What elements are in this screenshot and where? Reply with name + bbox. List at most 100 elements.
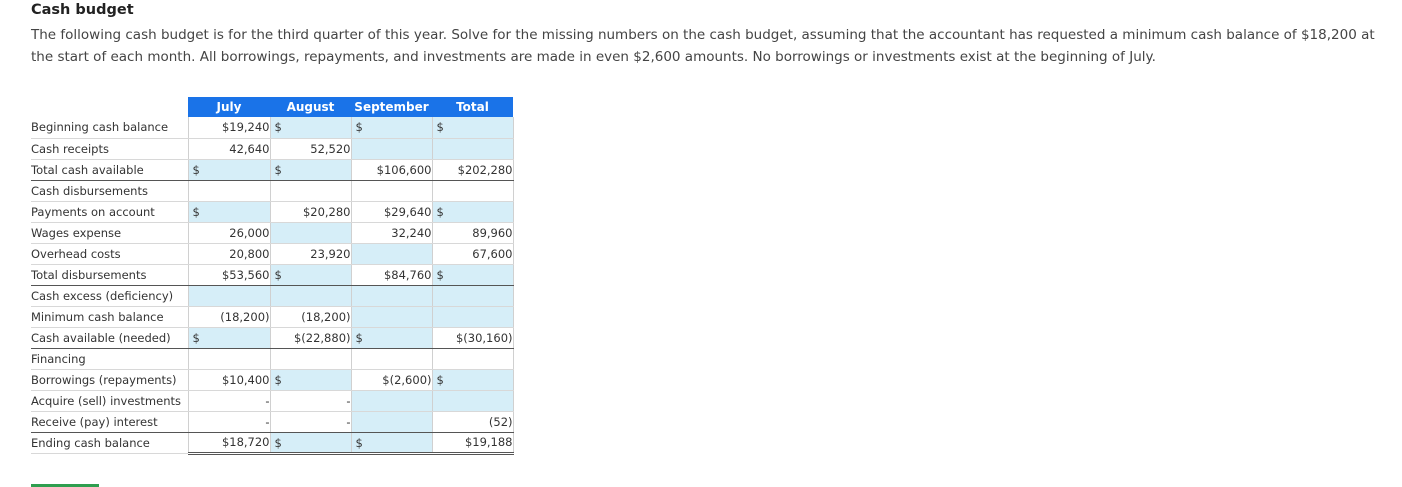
dollar-sign: $ <box>355 120 363 134</box>
input-cell[interactable] <box>351 138 433 160</box>
input-cell[interactable]: $ <box>351 432 433 455</box>
table-header-row: July August September Total <box>31 97 513 117</box>
input-cell[interactable] <box>270 222 352 244</box>
value-cell: 32,240 <box>351 222 433 244</box>
cell-value: (18,200) <box>301 309 351 324</box>
input-cell[interactable]: $ <box>351 327 433 349</box>
cell-value: - <box>265 414 270 429</box>
table-row: Borrowings (repayments) $10,400 $ $(2,600) $ <box>31 369 514 391</box>
dollar-sign: $ <box>355 330 363 345</box>
cell-value: $19,240 <box>221 120 270 135</box>
header-total: Total <box>432 97 513 117</box>
input-cell[interactable]: $ <box>270 159 352 181</box>
cell-value: - <box>346 393 351 408</box>
value-cell: 26,000 <box>188 222 271 244</box>
problem-intro: The following cash budget is for the thi… <box>31 27 1375 65</box>
value-cell: $10,400 <box>188 369 271 391</box>
input-cell[interactable] <box>351 411 433 433</box>
row-label: Financing <box>31 348 189 370</box>
cash-budget-page: Cash budget The following cash budget is… <box>0 0 1402 487</box>
dollar-sign: $ <box>436 204 444 219</box>
value-cell: - <box>270 411 352 433</box>
row-label: Total cash available <box>31 159 189 181</box>
dollar-sign: $ <box>192 330 200 345</box>
header-september: September <box>351 97 432 117</box>
value-cell: - <box>270 390 352 412</box>
input-cell[interactable] <box>351 243 433 265</box>
cell-value: (18,200) <box>220 309 270 324</box>
table-row: Cash available (needed) $ $(22,880) $ $(30,1… <box>31 327 514 349</box>
value-cell <box>188 180 271 202</box>
value-cell: $19,188 <box>432 432 514 455</box>
cell-value: $(2,600) <box>382 372 432 387</box>
value-cell <box>270 348 352 370</box>
value-cell: (52) <box>432 411 514 433</box>
page-title: Cash budget <box>31 2 134 18</box>
cell-value: $(30,160) <box>455 330 513 345</box>
input-cell[interactable]: $ <box>188 159 271 181</box>
input-cell[interactable]: $ <box>432 369 514 391</box>
value-cell: $106,600 <box>351 159 433 181</box>
input-cell[interactable]: $ <box>270 369 352 391</box>
row-label: Ending cash balance <box>31 432 189 454</box>
input-cell[interactable] <box>432 306 514 328</box>
table-row: Cash disbursements <box>31 180 514 202</box>
input-cell[interactable] <box>351 285 433 307</box>
input-cell[interactable]: $ <box>351 117 433 139</box>
input-cell[interactable] <box>351 306 433 328</box>
cell-value: $(22,880) <box>293 330 351 345</box>
cell-value: - <box>346 414 351 429</box>
value-cell <box>351 180 433 202</box>
value-cell: $(22,880) <box>270 327 352 349</box>
input-cell[interactable]: $ <box>188 201 271 223</box>
input-cell[interactable] <box>432 138 514 160</box>
value-cell: $202,280 <box>432 159 514 181</box>
cash-budget-table: July August September Total Beginning ca… <box>31 97 514 455</box>
value-cell: (18,200) <box>188 306 271 328</box>
input-cell[interactable]: $ <box>270 432 352 455</box>
cell-value: 23,920 <box>310 246 351 261</box>
input-cell[interactable]: $ <box>270 264 352 286</box>
cell-value: $20,280 <box>302 204 351 219</box>
row-label: Receive (pay) interest <box>31 411 189 433</box>
value-cell: 89,960 <box>432 222 514 244</box>
value-cell <box>432 180 514 202</box>
input-cell[interactable]: $ <box>432 264 514 286</box>
dollar-sign: $ <box>274 435 282 450</box>
input-cell[interactable] <box>188 285 271 307</box>
dollar-sign: $ <box>436 120 444 134</box>
table-body: Beginning cash balance $19,240 $ $ $ Cash rec… <box>31 117 514 455</box>
input-cell[interactable] <box>432 285 514 307</box>
cell-value: (52) <box>488 414 513 429</box>
row-label: Total disbursements <box>31 264 189 286</box>
header-august: August <box>270 97 351 117</box>
cell-value: 67,600 <box>472 246 513 261</box>
input-cell[interactable]: $ <box>270 117 352 139</box>
cell-value: $29,640 <box>383 204 432 219</box>
input-cell[interactable] <box>351 390 433 412</box>
row-label: Overhead costs <box>31 243 189 265</box>
value-cell: $84,760 <box>351 264 433 286</box>
value-cell: 67,600 <box>432 243 514 265</box>
header-blank <box>31 97 188 117</box>
value-cell: $20,280 <box>270 201 352 223</box>
input-cell[interactable] <box>432 390 514 412</box>
input-cell[interactable]: $ <box>188 327 271 349</box>
input-cell[interactable]: $ <box>432 117 514 139</box>
row-label: Borrowings (repayments) <box>31 369 189 391</box>
input-cell[interactable] <box>270 285 352 307</box>
table-row: Receive (pay) interest - - (52) <box>31 411 514 433</box>
table-row: Total cash available $ $ $106,600 $202,280 <box>31 159 514 181</box>
dollar-sign: $ <box>192 162 200 177</box>
cell-value: $53,560 <box>221 267 270 282</box>
table-row: Acquire (sell) investments - - <box>31 390 514 412</box>
row-label: Cash available (needed) <box>31 327 189 349</box>
cell-value: $84,760 <box>383 267 432 282</box>
cell-value: $18,720 <box>221 435 270 449</box>
cell-value: 42,640 <box>229 141 270 156</box>
row-label: Minimum cash balance <box>31 306 189 328</box>
input-cell[interactable]: $ <box>432 201 514 223</box>
value-cell: $29,640 <box>351 201 433 223</box>
table-row: Beginning cash balance $19,240 $ $ $ <box>31 117 514 139</box>
cell-value: 32,240 <box>391 225 432 240</box>
